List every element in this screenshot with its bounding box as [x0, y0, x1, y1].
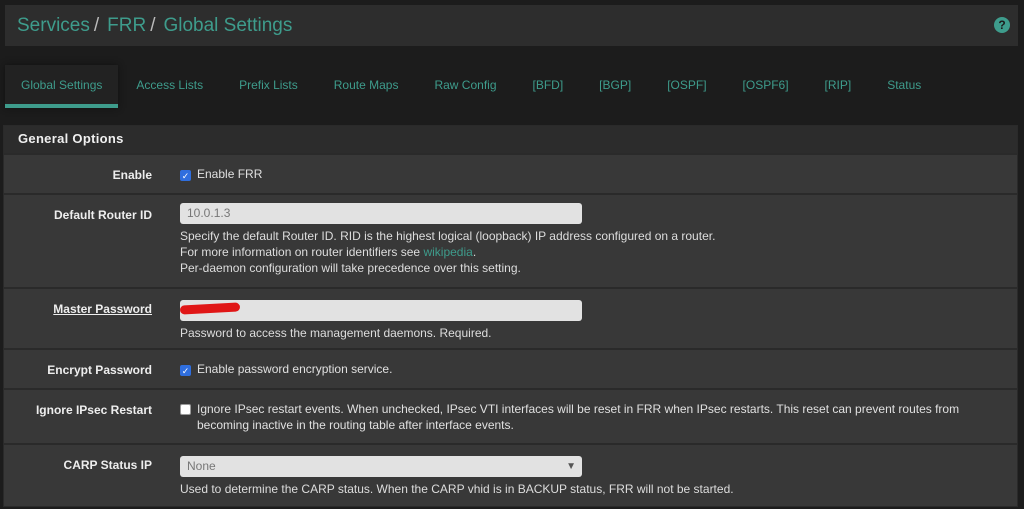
- chevron-down-icon: ▼: [566, 461, 576, 472]
- wikipedia-link[interactable]: wikipedia: [423, 245, 472, 259]
- encrypt-password-checkbox[interactable]: ✓: [180, 365, 191, 376]
- router-id-label: Default Router ID: [53, 208, 152, 222]
- router-id-help: Specify the default Router ID. RID is th…: [180, 229, 716, 243]
- redaction-mark: [179, 302, 241, 315]
- enable-frr-label[interactable]: Enable FRR: [197, 167, 262, 181]
- page-header: Services / FRR / Global Settings ?: [5, 5, 1018, 46]
- master-password-label[interactable]: Master Password: [53, 302, 152, 316]
- enable-row: Enable ✓ Enable FRR: [4, 153, 1017, 193]
- tab-prefix-lists[interactable]: Prefix Lists: [221, 65, 316, 108]
- router-id-input[interactable]: 10.0.1.3: [180, 203, 582, 224]
- master-password-help: Password to access the management daemon…: [180, 326, 492, 340]
- carp-status-select[interactable]: None ▼: [180, 456, 582, 477]
- router-id-help-2: For more information on router identifie…: [180, 245, 424, 259]
- master-password-row: Master Password Password to access the m…: [4, 287, 1017, 348]
- tab-bfd[interactable]: [BFD]: [515, 65, 582, 108]
- question-circle-icon[interactable]: ?: [994, 17, 1010, 33]
- tab-status[interactable]: Status: [869, 65, 939, 108]
- breadcrumb-global-settings[interactable]: Global Settings: [163, 15, 292, 37]
- enable-frr-checkbox[interactable]: ✓: [180, 170, 191, 181]
- enable-label: Enable: [112, 168, 152, 182]
- master-password-input[interactable]: [179, 300, 582, 321]
- tab-ospf6[interactable]: [OSPF6]: [725, 65, 807, 108]
- router-id-row: Default Router ID 10.0.1.3 Specify the d…: [4, 193, 1017, 287]
- breadcrumb-frr[interactable]: FRR: [107, 15, 146, 37]
- tab-bar: Global Settings Access Lists Prefix List…: [5, 65, 939, 108]
- encrypt-password-row: Encrypt Password ✓ Enable password encryp…: [4, 348, 1017, 388]
- router-id-help-2-end: .: [472, 245, 477, 259]
- breadcrumb-services[interactable]: Services: [17, 15, 90, 37]
- tab-rip[interactable]: [RIP]: [807, 65, 870, 108]
- carp-selected-value: None: [187, 459, 216, 473]
- tab-global-settings[interactable]: Global Settings: [5, 65, 119, 108]
- ignore-ipsec-row: Ignore IPsec Restart Ignore IPsec restar…: [4, 388, 1017, 443]
- breadcrumb-separator: /: [93, 14, 100, 36]
- panel-title: General Options: [4, 126, 1017, 153]
- tab-raw-config[interactable]: Raw Config: [416, 65, 514, 108]
- encrypt-password-label: Encrypt Password: [47, 363, 152, 377]
- encrypt-password-text[interactable]: Enable password encryption service.: [197, 362, 392, 376]
- tab-access-lists[interactable]: Access Lists: [118, 65, 221, 108]
- router-id-help-3: Per-daemon configuration will take prece…: [180, 261, 521, 275]
- carp-status-label: CARP Status IP: [63, 458, 152, 472]
- tab-route-maps[interactable]: Route Maps: [316, 65, 417, 108]
- ignore-ipsec-text[interactable]: Ignore IPsec restart events. When unchec…: [197, 401, 987, 433]
- tab-bgp[interactable]: [BGP]: [581, 65, 649, 108]
- carp-status-help: Used to determine the CARP status. When …: [180, 482, 734, 496]
- general-options-panel: General Options Enable ✓ Enable FRR Defau…: [3, 125, 1018, 507]
- breadcrumb-separator: /: [150, 14, 156, 36]
- ignore-ipsec-checkbox[interactable]: [180, 404, 191, 415]
- carp-status-row: CARP Status IP None ▼ Used to determine t…: [4, 443, 1017, 505]
- ignore-ipsec-label: Ignore IPsec Restart: [35, 403, 152, 417]
- tab-ospf[interactable]: [OSPF]: [649, 65, 724, 108]
